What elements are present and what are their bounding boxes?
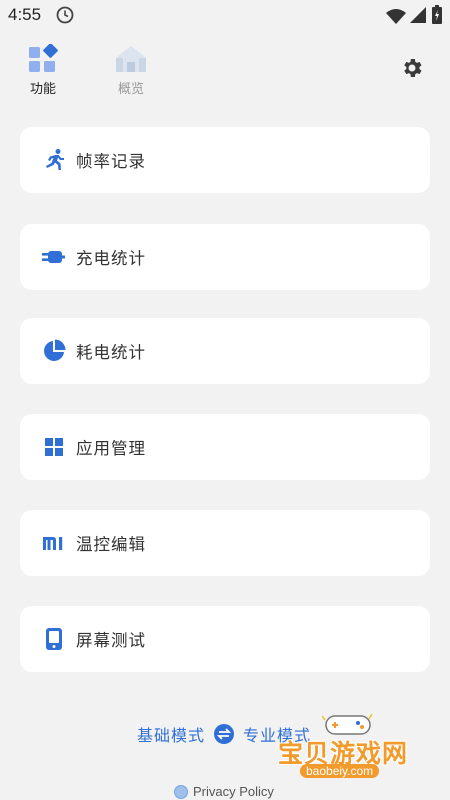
card-label: 应用管理 xyxy=(76,439,146,458)
card-app-management[interactable]: 应用管理 xyxy=(20,414,430,480)
mi-logo-icon xyxy=(42,531,66,555)
card-label: 帧率记录 xyxy=(76,152,146,171)
tab-features[interactable]: 功能 xyxy=(8,44,78,97)
tab-overview[interactable]: 概览 xyxy=(96,44,166,97)
charger-plug-icon xyxy=(42,245,66,269)
gear-icon[interactable] xyxy=(400,56,424,80)
signal-icon xyxy=(410,7,426,23)
watermark: 宝贝游戏网 baobeiy.com xyxy=(274,712,424,790)
privacy-dot-icon xyxy=(174,784,188,799)
watermark-url: baobeiy.com xyxy=(300,764,380,778)
card-label: 屏幕测试 xyxy=(76,631,146,650)
tab-features-label: 功能 xyxy=(29,82,56,97)
card-power-consumption[interactable]: 耗电统计 xyxy=(20,318,430,384)
grid-apps-icon xyxy=(42,435,66,459)
tab-overview-label: 概览 xyxy=(117,82,144,97)
card-fps-record[interactable]: 帧率记录 xyxy=(20,127,430,193)
card-screen-test[interactable]: 屏幕测试 xyxy=(20,606,430,672)
privacy-policy-label: Privacy Policy xyxy=(193,784,274,799)
card-label: 充电统计 xyxy=(76,249,146,268)
status-bar: 4:55 xyxy=(0,0,450,32)
basic-mode-button[interactable]: 基础模式 xyxy=(137,722,205,746)
swap-icon[interactable] xyxy=(214,724,235,744)
running-icon xyxy=(42,148,66,172)
wifi-icon xyxy=(386,9,406,24)
clock-icon xyxy=(56,6,74,24)
card-charging-stats[interactable]: 充电统计 xyxy=(20,224,430,290)
overview-house-icon xyxy=(116,46,146,72)
privacy-policy-link[interactable]: Privacy Policy xyxy=(174,784,274,799)
card-label: 耗电统计 xyxy=(76,343,146,362)
card-label: 温控编辑 xyxy=(76,535,146,554)
pie-chart-icon xyxy=(42,339,66,363)
card-thermal-edit[interactable]: 温控编辑 xyxy=(20,510,430,576)
status-time: 4:55 xyxy=(8,5,42,24)
phone-screen-icon xyxy=(42,627,66,651)
battery-icon xyxy=(432,5,442,24)
features-icon xyxy=(29,44,58,72)
